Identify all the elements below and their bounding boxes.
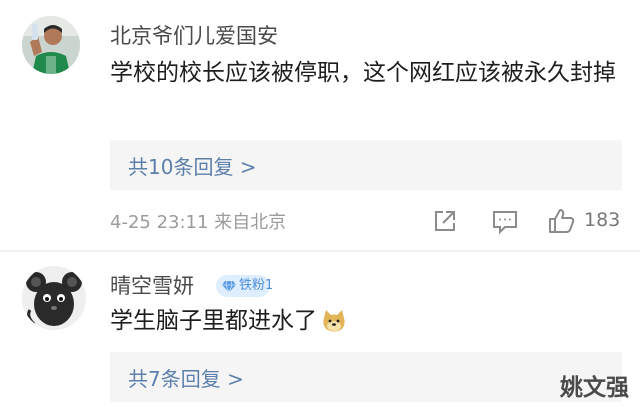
view-replies-link[interactable]: 共7条回复 > — [128, 363, 244, 392]
diamond-icon — [222, 280, 236, 293]
comment-meta: 4-25 23:11 来自北京 — [110, 212, 287, 233]
avatar[interactable] — [22, 266, 86, 330]
like-count: 183 — [584, 209, 621, 231]
view-replies-link[interactable]: 共10条回复 > — [128, 151, 257, 180]
comment-icon[interactable] — [490, 206, 520, 236]
like-icon[interactable] — [546, 206, 576, 236]
username[interactable]: 北京爷们儿爱国安 — [110, 20, 278, 50]
comment-text: 学生脑子里都进水了 — [110, 304, 347, 344]
reply-box[interactable]: 共7条回复 > — [110, 352, 622, 402]
comment-item: 北京爷们儿爱国安 学校的校长应该被停职，这个网红应该被永久封掉 共10条回复 >… — [0, 0, 640, 252]
share-icon[interactable] — [430, 206, 460, 236]
comment-text: 学校的校长应该被停职，这个网红应该被永久封掉 — [110, 60, 616, 86]
watermark: 姚文强 — [560, 375, 629, 401]
avatar[interactable] — [22, 16, 80, 74]
username[interactable]: 晴空雪妍 — [110, 270, 194, 300]
comment-text-content: 学生脑子里都进水了 — [110, 308, 317, 334]
fan-badge: 铁粉1 — [216, 275, 274, 297]
doge-emoji-icon — [321, 308, 347, 344]
reply-box[interactable]: 共10条回复 > — [110, 140, 622, 190]
badge-label: 铁粉1 — [239, 278, 274, 293]
